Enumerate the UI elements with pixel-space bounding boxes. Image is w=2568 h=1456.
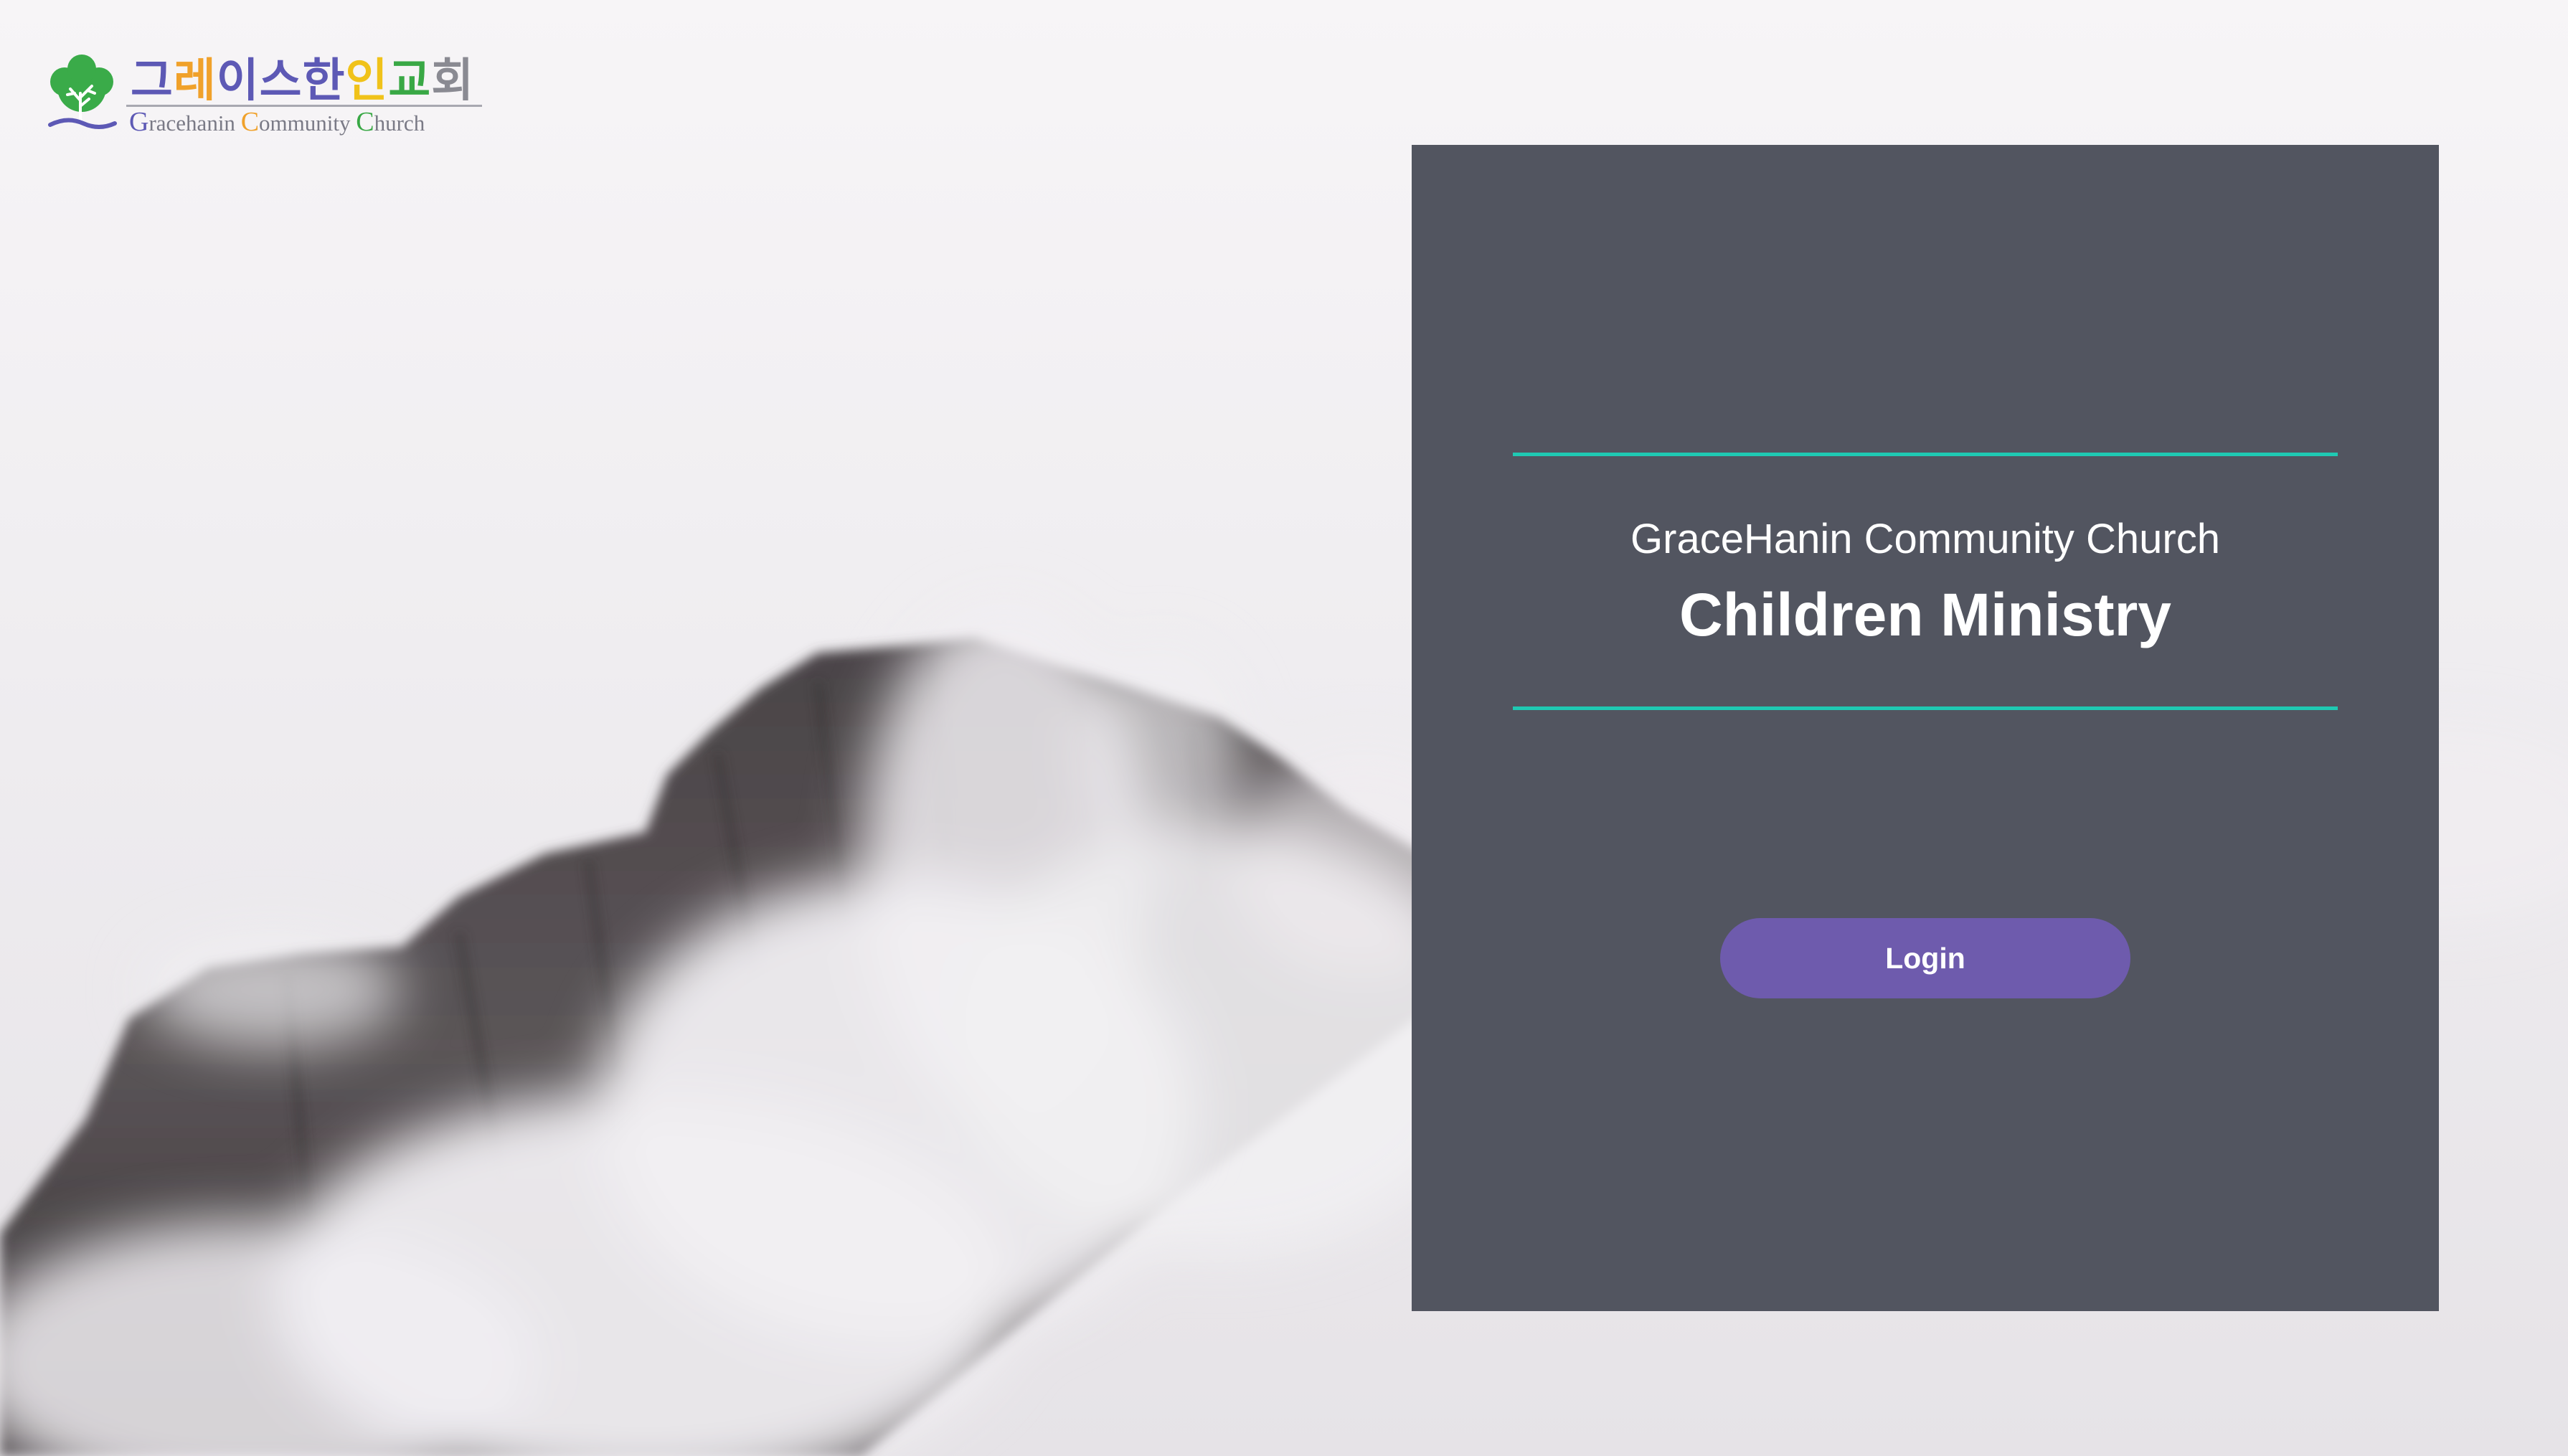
logo-divider xyxy=(126,105,482,107)
church-name: GraceHanin Community Church xyxy=(1630,516,2220,562)
login-panel: GraceHanin Community Church Children Min… xyxy=(1412,145,2439,1311)
logo-char: 레 xyxy=(173,55,217,106)
tree-logo-icon xyxy=(48,55,117,129)
logo-char: 교 xyxy=(388,55,432,106)
logo-char: 스 xyxy=(259,55,303,106)
logo-char: 한 xyxy=(302,55,346,106)
logo-letter: G xyxy=(129,107,149,137)
church-logo[interactable]: 그레이스한인교회 Gracehanin Community Church xyxy=(46,53,482,146)
accent-divider-bottom xyxy=(1513,706,2338,710)
accent-divider-top xyxy=(1513,453,2338,456)
logo-letters: ommunity xyxy=(259,110,357,136)
logo-letter: C xyxy=(240,107,260,137)
logo-char: 인 xyxy=(345,55,389,106)
logo-char: 회 xyxy=(431,55,475,106)
logo-char: 이 xyxy=(216,55,260,106)
login-page: 그레이스한인교회 Gracehanin Community Church Gra… xyxy=(0,0,2568,1456)
logo-letters: racehanin xyxy=(148,110,241,136)
logo-letters: hurch xyxy=(374,110,425,136)
logo-english-name: Gracehanin Community Church xyxy=(129,108,425,138)
ministry-title: Children Ministry xyxy=(1679,581,2172,648)
logo-korean-name: 그레이스한인교회 xyxy=(131,53,474,108)
login-button[interactable]: Login xyxy=(1720,918,2130,998)
logo-char: 그 xyxy=(131,55,174,106)
logo-letter: C xyxy=(356,107,374,137)
